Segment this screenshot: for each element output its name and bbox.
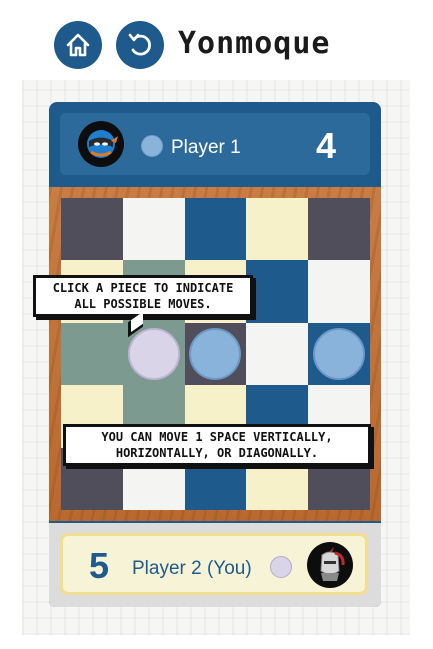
tooltip-move-rules: YOU CAN MOVE 1 SPACE VERTICALLY, HORIZON… bbox=[63, 424, 371, 466]
board-cell[interactable] bbox=[184, 198, 247, 261]
home-button[interactable] bbox=[54, 21, 102, 69]
board-cell[interactable] bbox=[184, 322, 247, 386]
tooltip-line: YOU CAN MOVE 1 SPACE VERTICALLY, bbox=[101, 430, 333, 444]
board-cell[interactable] bbox=[122, 198, 185, 261]
home-icon bbox=[66, 33, 90, 57]
ninja-avatar-icon bbox=[87, 130, 118, 158]
board-cell[interactable] bbox=[246, 198, 309, 261]
player1-piece[interactable] bbox=[313, 327, 366, 380]
board-cell[interactable] bbox=[308, 260, 370, 323]
player1-piece[interactable] bbox=[189, 327, 242, 380]
board-cell[interactable] bbox=[61, 322, 123, 386]
board-cell[interactable] bbox=[308, 322, 370, 386]
top-bar: Yonmoque bbox=[0, 0, 433, 80]
board-cell[interactable] bbox=[246, 260, 309, 323]
game-title: Yonmoque bbox=[178, 26, 331, 61]
tooltip-line: ALL POSSIBLE MOVES. bbox=[74, 297, 212, 311]
player2-avatar bbox=[307, 542, 353, 588]
board-cell[interactable] bbox=[308, 198, 370, 261]
board-cell[interactable] bbox=[61, 198, 123, 261]
player2-score: 5 bbox=[89, 545, 110, 586]
tooltip-line: HORIZONTALLY, OR DIAGONALLY. bbox=[115, 446, 319, 460]
player2-piece[interactable] bbox=[127, 327, 180, 380]
player1-score: 4 bbox=[316, 125, 337, 166]
player1-avatar bbox=[78, 121, 124, 167]
player2-name: Player 2 (You) bbox=[132, 558, 252, 579]
tooltip-line: CLICK A PIECE TO INDICATE bbox=[52, 281, 234, 295]
player1-piece-indicator bbox=[141, 135, 163, 157]
player2-piece-indicator bbox=[270, 556, 292, 578]
tooltip-click-piece: CLICK A PIECE TO INDICATE ALL POSSIBLE M… bbox=[33, 275, 253, 317]
undo-icon bbox=[128, 33, 151, 56]
player1-name: Player 1 bbox=[171, 137, 241, 158]
board-cell[interactable] bbox=[246, 322, 309, 386]
undo-button[interactable] bbox=[116, 21, 164, 69]
knight-avatar-icon bbox=[320, 547, 345, 581]
